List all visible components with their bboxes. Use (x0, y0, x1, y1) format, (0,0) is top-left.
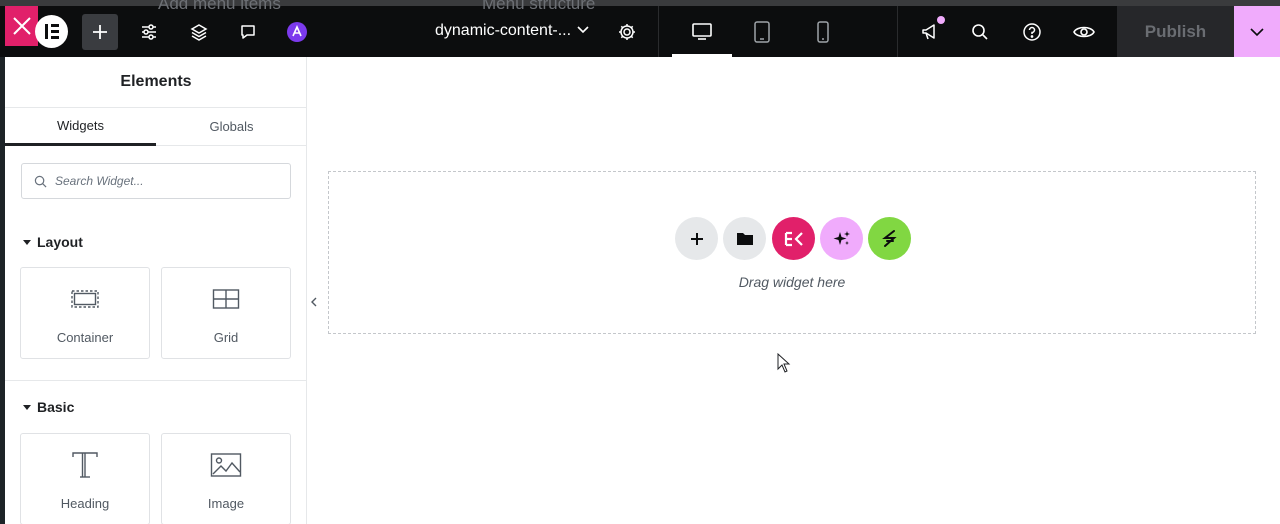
comments-button[interactable] (230, 14, 266, 50)
sliders-icon (142, 24, 156, 40)
finder-button[interactable] (962, 14, 998, 50)
panel-title: Elements (120, 73, 192, 90)
section-header-basic[interactable]: Basic (23, 399, 74, 415)
topbar-divider (897, 6, 898, 57)
empty-section-dropzone[interactable]: Drag widget here (328, 171, 1256, 334)
device-active-indicator (672, 54, 732, 57)
widget-heading[interactable]: Heading (20, 433, 150, 524)
ai-assistant-button[interactable] (820, 217, 863, 260)
background-text-add-menu-items: Add menu items (158, 0, 281, 13)
eye-icon (1073, 26, 1095, 38)
chevron-down-icon (577, 26, 589, 34)
collapse-panel-button[interactable] (309, 295, 319, 309)
sparkles-icon (833, 230, 850, 245)
widget-grid[interactable]: Grid (161, 267, 291, 359)
plus-icon (93, 25, 107, 39)
image-icon (210, 453, 242, 477)
layers-icon (190, 24, 208, 41)
device-desktop-button[interactable] (684, 14, 720, 50)
page-settings-button[interactable] (609, 14, 645, 50)
document-menu-chevron[interactable] (574, 20, 592, 43)
widget-label: Container (56, 330, 114, 345)
megaphone-icon (922, 24, 935, 40)
comment-icon (241, 25, 255, 39)
plus-icon (690, 232, 703, 245)
widget-image[interactable]: Image (161, 433, 291, 524)
document-title[interactable]: dynamic-content-... (435, 22, 571, 40)
section-title: Layout (37, 234, 83, 250)
close-icon (12, 17, 31, 35)
topbar-divider (658, 6, 659, 57)
device-mobile-button[interactable] (805, 14, 841, 50)
gear-icon (619, 24, 635, 40)
widget-label: Image (207, 496, 245, 511)
publish-button[interactable]: Publish (1117, 6, 1234, 57)
add-section-button[interactable] (675, 217, 718, 260)
tablet-icon (754, 21, 770, 43)
add-element-button[interactable] (82, 14, 118, 50)
elementor-kit-button[interactable] (772, 217, 815, 260)
section-divider (5, 380, 306, 381)
publish-options-button[interactable] (1234, 6, 1280, 57)
feather-icon (881, 229, 897, 247)
chevron-left-icon (311, 297, 317, 307)
layout-tool-button[interactable] (868, 217, 911, 260)
desktop-icon (692, 23, 712, 40)
add-template-button[interactable] (723, 217, 766, 260)
caret-down-icon (23, 404, 31, 410)
background-text-menu-structure: Menu structure (482, 0, 596, 13)
editor-top-bar: Add menu items Menu structure dynamic-co… (0, 0, 1280, 57)
ai-logo-icon (287, 22, 307, 42)
search-icon (34, 175, 47, 187)
elementor-kit-icon (784, 231, 803, 246)
search-widget-input[interactable] (55, 174, 255, 188)
admin-background-strip: Add menu items Menu structure (0, 0, 1280, 13)
help-icon (1023, 23, 1041, 41)
ai-site-button[interactable] (279, 14, 315, 50)
drag-widget-hint: Drag widget here (738, 274, 846, 290)
widget-label: Grid (213, 330, 239, 345)
elements-panel: Elements Widgets Globals Layout Containe… (5, 57, 307, 524)
section-title: Basic (37, 399, 75, 415)
device-tablet-button[interactable] (744, 14, 780, 50)
mouse-cursor-icon (777, 352, 791, 378)
widget-container[interactable]: Container (20, 267, 150, 359)
tab-globals[interactable]: Globals (156, 108, 306, 146)
search-icon (972, 24, 988, 40)
chevron-down-icon (1250, 27, 1264, 36)
elementor-logo-icon (45, 24, 59, 39)
container-icon (71, 290, 99, 308)
help-button[interactable] (1014, 14, 1050, 50)
structure-button[interactable] (181, 14, 217, 50)
grid-icon (212, 289, 240, 309)
elementor-logo-button[interactable] (35, 15, 68, 48)
widget-label: Heading (60, 496, 110, 511)
close-editor-button[interactable] (5, 6, 38, 46)
preview-button[interactable] (1066, 14, 1102, 50)
heading-icon (72, 452, 98, 478)
folder-icon (736, 233, 753, 245)
tab-widgets[interactable]: Widgets (5, 108, 156, 146)
widget-search[interactable] (21, 163, 291, 199)
site-settings-button[interactable] (131, 14, 167, 50)
caret-down-icon (23, 239, 31, 245)
notification-dot (937, 16, 945, 24)
mobile-icon (817, 21, 829, 43)
section-header-layout[interactable]: Layout (23, 234, 83, 250)
